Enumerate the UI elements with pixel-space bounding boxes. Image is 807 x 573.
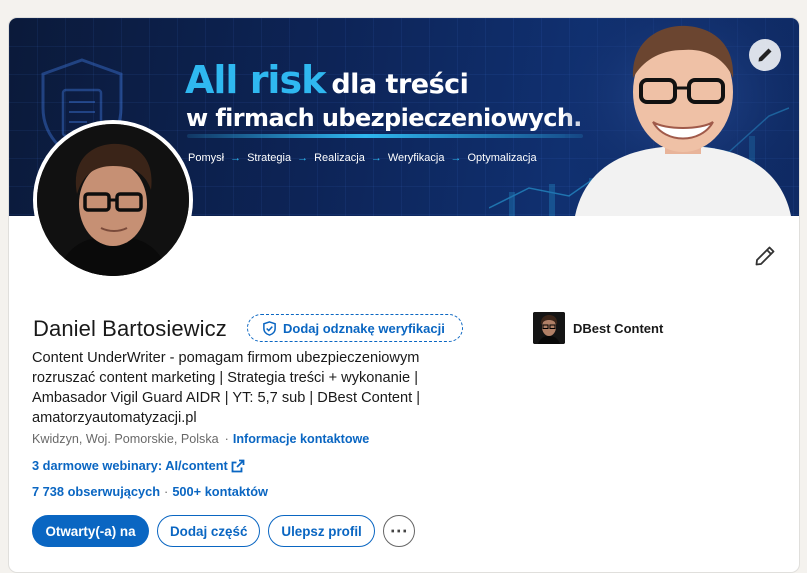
connections-link[interactable]: 500+ kontaktów: [172, 484, 268, 499]
verify-badge-label: Dodaj odznakę weryfikacji: [283, 320, 445, 336]
arrow-right-icon: →: [230, 152, 242, 164]
shield-check-icon: [263, 320, 276, 336]
open-to-button[interactable]: Otwarty(-a) na: [32, 515, 149, 547]
profile-actions: Otwarty(-a) na Dodaj część Ulepsz profil…: [32, 515, 415, 547]
pencil-icon: [755, 246, 775, 266]
company-logo-photo: [533, 312, 565, 344]
company-logo: [533, 312, 565, 344]
profile-avatar[interactable]: [33, 120, 193, 280]
improve-profile-button[interactable]: Ulepsz profil: [268, 515, 375, 547]
banner-step: Strategia: [247, 152, 292, 164]
profile-card: All risk dla treści w firmach ubezpieczen…: [8, 17, 800, 573]
network-stats: 7 738 obserwujących · 500+ kontaktów: [32, 484, 268, 499]
more-actions-button[interactable]: ⋯: [382, 515, 415, 547]
add-verification-badge-button[interactable]: Dodaj odznakę weryfikacji: [247, 314, 463, 342]
profile-location: Kwidzyn, Woj. Pomorskie, Polska: [32, 432, 219, 446]
webinar-link[interactable]: 3 darmowe webinary: AI/content: [32, 458, 245, 473]
location-separator: ·: [224, 432, 229, 446]
stats-separator: ·: [164, 484, 169, 499]
current-company[interactable]: DBest Content: [533, 312, 663, 344]
banner-headline: All risk dla treści: [185, 58, 469, 102]
avatar-photo: [37, 124, 189, 276]
profile-name: Daniel Bartosiewicz: [33, 316, 227, 341]
banner-headline-line2: w firmach ubezpieczeniowych.: [186, 104, 582, 132]
company-name: DBest Content: [573, 320, 664, 336]
banner-step: Optymalizacja: [467, 152, 537, 164]
banner-step: Weryfikacja: [387, 152, 445, 164]
contact-info-link[interactable]: Informacje kontaktowe: [233, 432, 369, 446]
banner-headline-rest: dla treści: [331, 69, 469, 100]
add-section-button[interactable]: Dodaj część: [157, 515, 261, 547]
more-icon: ⋯: [389, 521, 408, 541]
banner-steps: Pomysł → Strategia → Realizacja → Weryfi…: [188, 152, 537, 164]
banner-step: Pomysł: [188, 152, 225, 164]
pencil-icon: [758, 48, 772, 62]
banner-headline-accent: All risk: [185, 58, 326, 102]
banner-step: Realizacja: [314, 152, 365, 164]
location-row: Kwidzyn, Woj. Pomorskie, Polska · Informac…: [32, 432, 369, 446]
followers-link[interactable]: 7 738 obserwujących: [32, 484, 160, 499]
arrow-right-icon: →: [370, 152, 382, 164]
arrow-right-icon: →: [450, 152, 462, 164]
banner-underline: [187, 134, 583, 138]
edit-profile-button[interactable]: [749, 240, 781, 272]
webinar-link-label: 3 darmowe webinary: AI/content: [32, 458, 228, 473]
edit-banner-button[interactable]: [749, 39, 781, 71]
profile-headline: Content UnderWriter - pomagam firmom ube…: [32, 350, 421, 426]
external-link-icon: [231, 459, 245, 472]
arrow-right-icon: →: [297, 152, 309, 164]
